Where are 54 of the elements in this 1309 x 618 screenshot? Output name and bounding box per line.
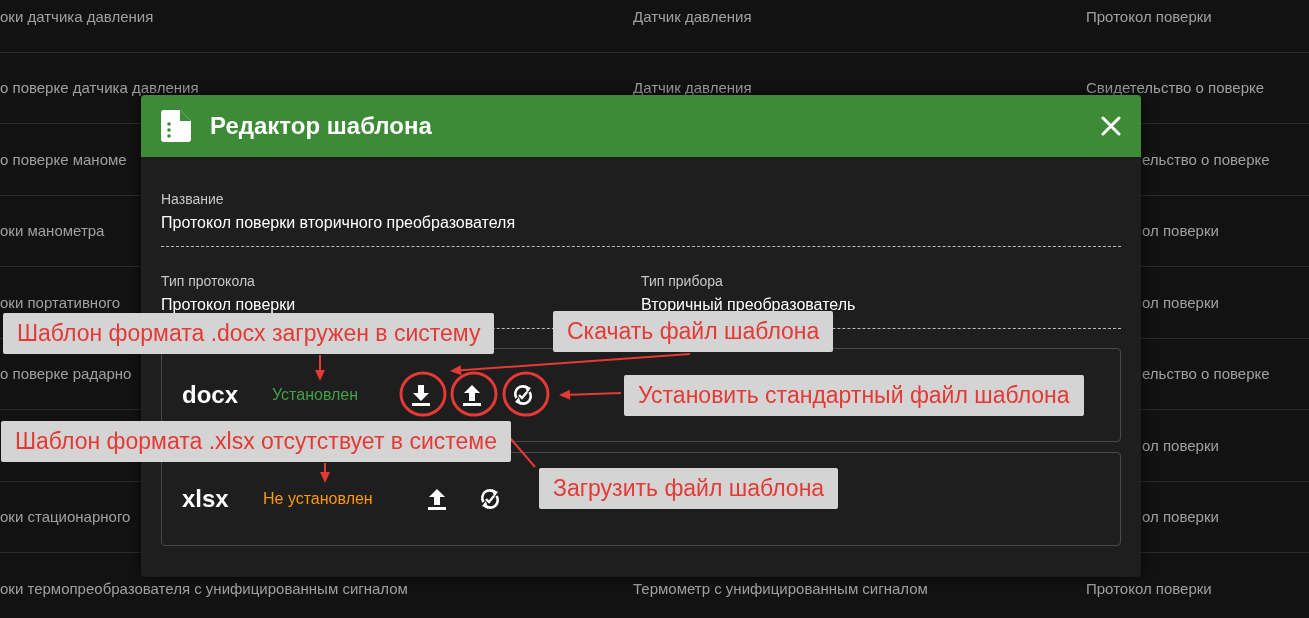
annotation-arrow [559,389,622,400]
highlight-circle [502,371,550,417]
table-cell: ол поверки [1142,436,1219,454]
field-label: Название [161,191,224,207]
annotation-arrow [320,462,330,483]
table-cell: ельство о поверке [1142,150,1270,168]
table-cell: Термометр с унифицированным сигналом [633,579,928,597]
table-cell: Датчик давления [633,7,752,25]
highlight-circle [450,371,498,417]
upload-icon [461,384,484,406]
annotation-arrow [315,354,325,381]
table-cell: о поверке маноме [0,150,127,168]
field-label: Тип прибора [641,273,723,289]
reset-icon [478,488,501,510]
table-cell: оки манометра [0,222,105,240]
table-cell: Протокол поверки [1086,7,1212,25]
status-label: Установлен [272,386,359,404]
table-cell: ол поверки [1142,508,1219,526]
close-icon [1101,116,1121,136]
table-cell: о поверке датчика давления [0,79,199,97]
field-label: Тип протокола [161,273,255,289]
download-icon [410,384,433,406]
upload-button[interactable] [461,384,484,406]
reset-button[interactable] [478,488,501,510]
table-cell: оки датчика давления [0,7,154,25]
table-cell: оки портативного [0,293,120,311]
table-cell: Протокол поверки [1086,579,1212,597]
reset-button[interactable] [512,384,535,406]
field-value: Протокол поверки [161,296,296,314]
annotation-label: Шаблон формата .docx загружен в систему [3,313,495,354]
reset-icon [512,384,535,406]
close-button[interactable] [1101,116,1121,136]
table-cell: оки стационарного [0,508,131,526]
upload-button[interactable] [425,488,448,510]
highlight-circle [399,371,447,417]
table-cell: ол поверки [1142,222,1219,240]
document-icon [161,110,191,142]
annotation-label: Загрузить файл шаблона [539,468,839,509]
annotation-label: Шаблон формата .xlsx отсутствует в системе [1,421,511,462]
status-label: Не установлен [263,490,373,508]
dialog-title: Редактор шаблона [210,112,433,140]
upload-icon [425,488,448,510]
field-value: Протокол поверки вторичного преобразователя [161,214,516,232]
table-cell: оки термопреобразователя с унифицированным сигналом [0,579,408,597]
format-label: docx [182,381,239,409]
annotation-label: Скачать файл шаблона [553,311,834,352]
download-button[interactable] [410,384,433,406]
table-cell: Свидетельство о поверке [1086,79,1265,97]
field-value: Вторичный преобразователь [641,296,856,314]
table-cell: Датчик давления [633,79,752,97]
table-cell: о поверке радарно [0,365,132,383]
annotation-label: Установить стандартный файл шаблона [624,375,1084,416]
table-cell: ол поверки [1142,293,1219,311]
table-cell: ельство о поверке [1142,365,1270,383]
